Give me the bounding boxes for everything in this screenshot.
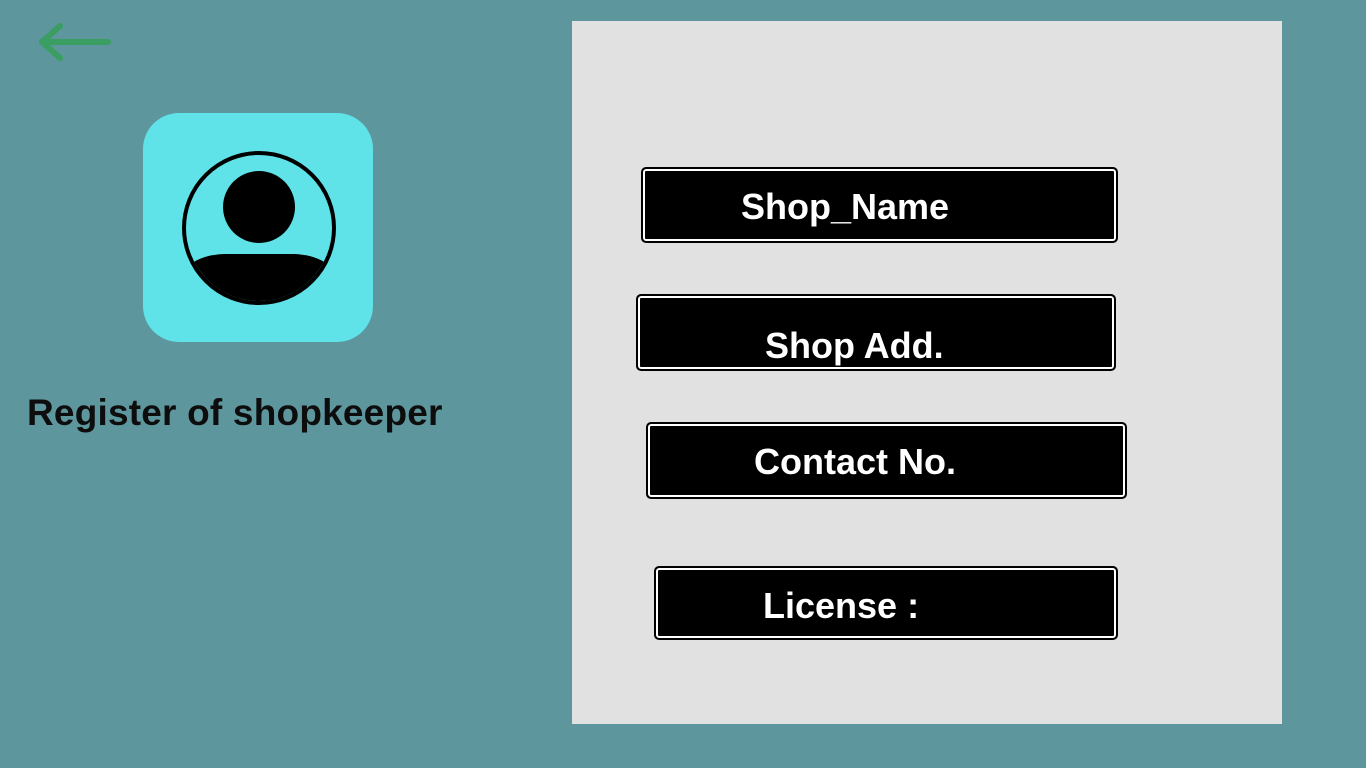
avatar [143, 113, 373, 342]
shop-name-label: Shop_Name [741, 186, 950, 227]
shop-address-field[interactable]: Shop Add. [636, 294, 1116, 371]
contact-number-field[interactable]: Contact No. [646, 422, 1127, 499]
shop-name-field[interactable]: Shop_Name [641, 167, 1118, 243]
back-arrow-icon[interactable] [36, 20, 114, 64]
shop-address-label: Shop Add. [765, 325, 944, 366]
page-title: Register of shopkeeper [27, 392, 443, 433]
license-field[interactable]: License : [654, 566, 1118, 640]
user-avatar-icon [182, 151, 336, 305]
contact-number-label: Contact No. [754, 441, 956, 482]
license-label: License : [763, 585, 920, 626]
